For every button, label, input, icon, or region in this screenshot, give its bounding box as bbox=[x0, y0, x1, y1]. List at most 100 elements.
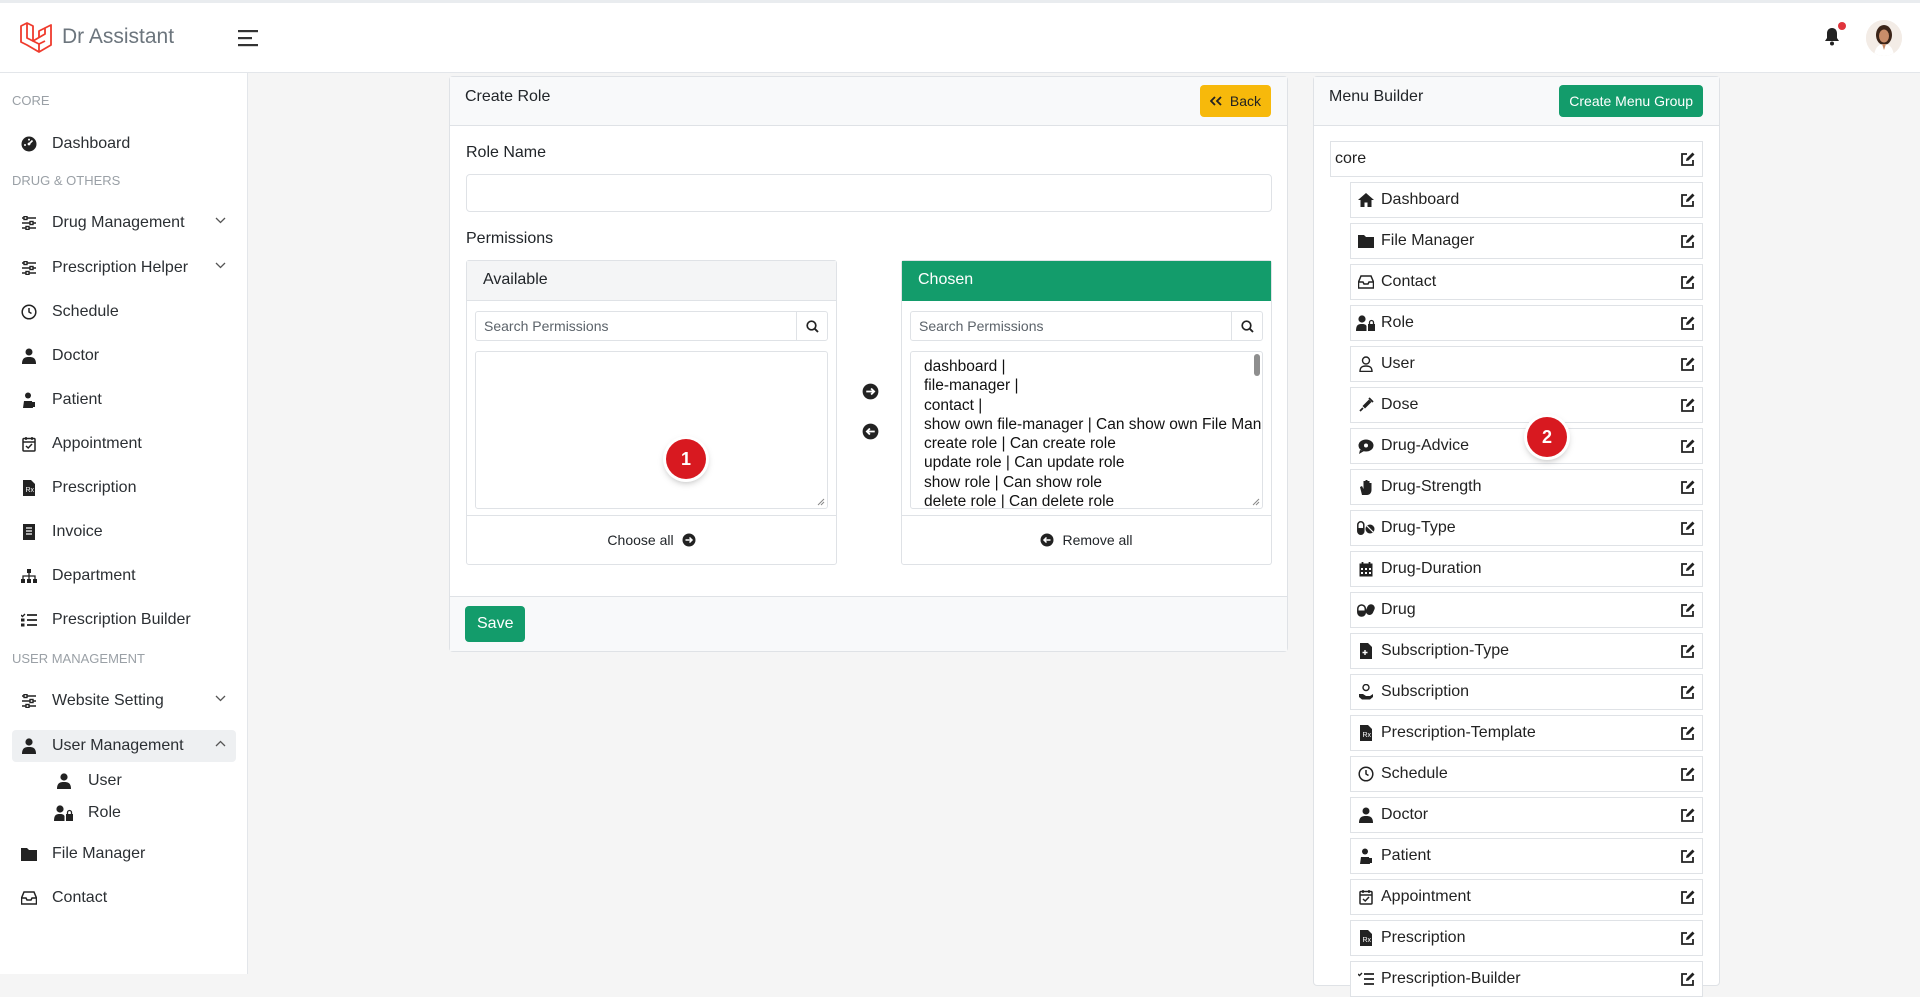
sidebar-item-doctor[interactable]: Doctor bbox=[12, 340, 236, 372]
sliders-icon bbox=[20, 692, 38, 710]
remove-all-button[interactable]: Remove all bbox=[902, 515, 1271, 564]
menu-item-subscription[interactable]: Subscription bbox=[1350, 674, 1703, 710]
menu-item-drug-duration[interactable]: Drug-Duration bbox=[1350, 551, 1703, 587]
sidebar-item-website-setting[interactable]: Website Setting bbox=[12, 685, 236, 717]
menu-item-label: Role bbox=[1381, 314, 1414, 331]
edit-icon[interactable] bbox=[1680, 233, 1696, 249]
list-item[interactable]: contact | bbox=[911, 396, 1262, 415]
menu-item-user[interactable]: User bbox=[1350, 346, 1703, 382]
edit-icon[interactable] bbox=[1680, 479, 1696, 495]
syringe-icon bbox=[1355, 397, 1377, 413]
search-icon[interactable] bbox=[796, 312, 827, 340]
list-item[interactable]: delete role | Can delete role bbox=[911, 492, 1262, 508]
brand-name: Dr Assistant bbox=[62, 25, 175, 48]
user-lock-icon bbox=[1355, 315, 1377, 331]
resize-handle-icon[interactable] bbox=[817, 498, 825, 506]
edit-icon[interactable] bbox=[1680, 561, 1696, 577]
sidebar-item-prescription-builder[interactable]: Prescription Builder bbox=[12, 604, 236, 636]
brand[interactable]: Dr Assistant bbox=[18, 19, 174, 55]
menu-item-drug-strength[interactable]: Drug-Strength bbox=[1350, 469, 1703, 505]
resize-handle-icon[interactable] bbox=[1252, 498, 1260, 506]
available-permissions-list[interactable] bbox=[475, 351, 828, 509]
user-avatar[interactable] bbox=[1866, 20, 1902, 56]
sidebar-item-file-manager[interactable]: File Manager bbox=[12, 838, 236, 870]
sidebar-item-department[interactable]: Department bbox=[12, 560, 236, 592]
edit-icon[interactable] bbox=[1680, 971, 1696, 987]
edit-icon[interactable] bbox=[1680, 438, 1696, 454]
sidebar-item-user-management[interactable]: User Management bbox=[12, 730, 236, 762]
menu-item-label: Appointment bbox=[1381, 888, 1471, 905]
menu-item-dose[interactable]: Dose bbox=[1350, 387, 1703, 423]
menu-item-drug-type[interactable]: Drug-Type bbox=[1350, 510, 1703, 546]
menu-item-doctor[interactable]: Doctor bbox=[1350, 797, 1703, 833]
edit-icon[interactable] bbox=[1680, 930, 1696, 946]
menu-item-role[interactable]: Role bbox=[1350, 305, 1703, 341]
hand-holding-icon bbox=[1355, 684, 1377, 700]
create-menu-group-button[interactable]: Create Menu Group bbox=[1559, 85, 1703, 117]
menu-item-drug[interactable]: Drug bbox=[1350, 592, 1703, 628]
menu-item-dashboard[interactable]: Dashboard bbox=[1350, 182, 1703, 218]
sidebar-toggle-icon[interactable] bbox=[238, 29, 260, 47]
sidebar-item-contact[interactable]: Contact bbox=[12, 882, 236, 914]
list-item[interactable]: show own file-manager | Can show own Fil… bbox=[911, 415, 1262, 434]
save-button[interactable]: Save bbox=[465, 606, 526, 642]
sidebar-subitem-role[interactable]: Role bbox=[54, 799, 121, 827]
menu-item-label: Dose bbox=[1381, 396, 1419, 413]
edit-icon[interactable] bbox=[1680, 643, 1696, 659]
menu-item-prescription-builder[interactable]: Prescription-Builder bbox=[1350, 961, 1703, 997]
sidebar-item-dashboard[interactable]: Dashboard bbox=[12, 128, 236, 160]
list-item[interactable]: file-manager | bbox=[911, 376, 1262, 395]
choose-all-button[interactable]: Choose all bbox=[467, 515, 836, 564]
menu-item-subscription-type[interactable]: Subscription-Type bbox=[1350, 633, 1703, 669]
sidebar-item-patient[interactable]: Patient bbox=[12, 384, 236, 416]
edit-icon[interactable] bbox=[1680, 356, 1696, 372]
back-button[interactable]: Back bbox=[1199, 85, 1271, 117]
move-right-icon[interactable] bbox=[862, 383, 880, 401]
notification-bell-icon[interactable] bbox=[1824, 27, 1840, 46]
role-name-input[interactable] bbox=[466, 174, 1272, 212]
create-role-card: Create Role Back Role Name Permissions A… bbox=[449, 76, 1288, 652]
sidebar-item-label: Prescription Helper bbox=[52, 259, 189, 276]
edit-icon[interactable] bbox=[1680, 766, 1696, 782]
menu-item-prescription-template[interactable]: Rx Prescription-Template bbox=[1350, 715, 1703, 751]
menu-item-schedule[interactable]: Schedule bbox=[1350, 756, 1703, 792]
edit-icon[interactable] bbox=[1680, 725, 1696, 741]
list-item[interactable]: show role | Can show role bbox=[911, 473, 1262, 492]
list-item[interactable]: update role | Can update role bbox=[911, 453, 1262, 472]
search-icon[interactable] bbox=[1231, 312, 1262, 340]
edit-icon[interactable] bbox=[1680, 602, 1696, 618]
sidebar-item-prescription-helper[interactable]: Prescription Helper bbox=[12, 252, 236, 284]
sidebar-subitem-user[interactable]: User bbox=[54, 767, 122, 795]
sidebar-item-prescription[interactable]: Rx Prescription bbox=[12, 472, 236, 504]
sidebar-item-invoice[interactable]: Invoice bbox=[12, 516, 236, 548]
list-item[interactable]: dashboard | bbox=[911, 357, 1262, 376]
edit-icon[interactable] bbox=[1680, 520, 1696, 536]
sidebar-item-appointment[interactable]: Appointment bbox=[12, 428, 236, 460]
menu-item-prescription[interactable]: Rx Prescription bbox=[1350, 920, 1703, 956]
chosen-permissions-list[interactable]: dashboard | file-manager | contact | sho… bbox=[910, 351, 1263, 509]
available-search-input[interactable]: Search Permissions bbox=[476, 312, 796, 340]
menu-item-patient[interactable]: Patient bbox=[1350, 838, 1703, 874]
menu-item-file-manager[interactable]: File Manager bbox=[1350, 223, 1703, 259]
file-icon bbox=[1355, 643, 1377, 659]
edit-icon[interactable] bbox=[1680, 397, 1696, 413]
annotation-badge-2: 2 bbox=[1527, 417, 1567, 457]
chosen-search-input[interactable]: Search Permissions bbox=[911, 312, 1231, 340]
section-drug-others: DRUG & OTHERS bbox=[12, 173, 121, 188]
menu-item-appointment[interactable]: Appointment bbox=[1350, 879, 1703, 915]
list-item[interactable]: create role | Can create role bbox=[911, 434, 1262, 453]
edit-icon[interactable] bbox=[1680, 889, 1696, 905]
edit-icon[interactable] bbox=[1680, 315, 1696, 331]
edit-icon[interactable] bbox=[1680, 684, 1696, 700]
move-left-icon[interactable] bbox=[862, 423, 880, 441]
sidebar-item-schedule[interactable]: Schedule bbox=[12, 296, 236, 328]
edit-icon[interactable] bbox=[1680, 274, 1696, 290]
edit-icon[interactable] bbox=[1680, 151, 1696, 167]
menu-item-contact[interactable]: Contact bbox=[1350, 264, 1703, 300]
menu-group-core[interactable]: core bbox=[1330, 141, 1703, 177]
scrollbar-thumb[interactable] bbox=[1254, 354, 1260, 376]
edit-icon[interactable] bbox=[1680, 807, 1696, 823]
edit-icon[interactable] bbox=[1680, 192, 1696, 208]
sidebar-item-drug-management[interactable]: Drug Management bbox=[12, 207, 236, 239]
edit-icon[interactable] bbox=[1680, 848, 1696, 864]
